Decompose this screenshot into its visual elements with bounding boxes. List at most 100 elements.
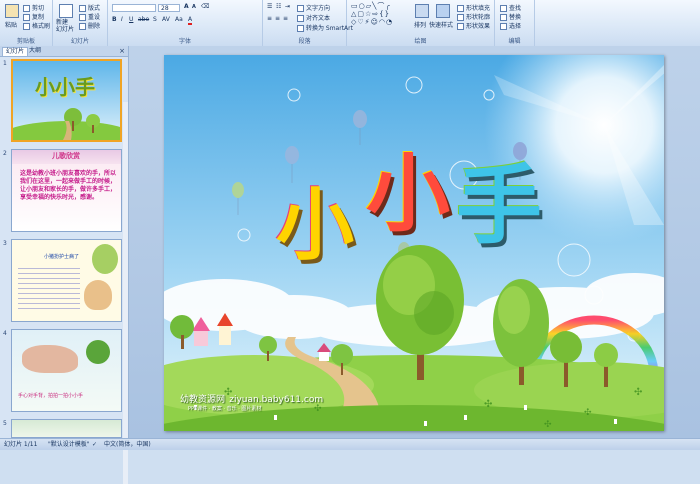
shapes-gallery-icon[interactable]: ▭○▱╲⌒╭ △▢☆⇨{} ◇♡⚡☺◠◔ xyxy=(351,2,393,26)
new-slide-button[interactable]: 新建 幻灯片 xyxy=(56,19,74,33)
copy-button[interactable]: 复制 xyxy=(23,12,44,21)
watermark-url: ziyuan.baby611.com xyxy=(229,395,324,405)
effects-icon xyxy=(457,23,464,30)
align-left-icon[interactable]: ≡ xyxy=(267,15,272,22)
slide-thumb-3[interactable]: 小猪扮护士病了 xyxy=(11,239,122,322)
shadow-icon[interactable]: S xyxy=(153,16,157,23)
ribbon: 粘贴 剪切 复制 格式刷 剪贴板 新建 幻灯片 版式 重设 删除 幻灯片 28 … xyxy=(0,0,700,47)
title-char-3: 手 xyxy=(456,156,542,256)
slide-thumb-3-title: 小猪扮护士病了 xyxy=(44,254,80,260)
clipboard-label: 剪贴板 xyxy=(16,38,35,45)
arrange-icon[interactable] xyxy=(415,4,429,18)
panel-tabs: 幻灯片 大纲 × xyxy=(0,46,128,57)
bear-figure-icon xyxy=(84,280,112,310)
slide-thumb-1[interactable]: 小小手 xyxy=(11,59,122,142)
align-center-icon[interactable]: ≡ xyxy=(275,15,280,22)
tab-slides[interactable]: 幻灯片 xyxy=(2,47,29,56)
case-icon[interactable]: Aa xyxy=(175,16,183,23)
clover-icon xyxy=(86,340,110,364)
paragraph-group: ☰ ☷ ⇥ 文字方向 ≡ ≡ ≡ 对齐文本 转换为 SmartArt 段落 xyxy=(263,0,353,46)
title-char-2: 小 xyxy=(366,145,451,243)
font-size-combo[interactable]: 28 xyxy=(158,4,180,12)
numbering-icon[interactable]: ☷ xyxy=(276,3,281,10)
bullets-icon[interactable]: ☰ xyxy=(267,3,272,10)
arrange-button[interactable]: 排列 xyxy=(414,20,426,29)
format-painter-button[interactable]: 格式刷 xyxy=(23,21,50,30)
font-group: 28 A A ⌫ B I U abe S AV Aa A 字体 xyxy=(108,0,263,46)
shrink-font-icon[interactable]: A xyxy=(192,4,196,10)
spacing-icon[interactable]: AV xyxy=(162,16,170,23)
layout-icon xyxy=(79,5,86,12)
clipboard-group: 粘贴 剪切 复制 格式刷 剪贴板 xyxy=(0,0,53,46)
slide-number: 4 xyxy=(3,330,7,337)
select-icon xyxy=(500,23,507,30)
shape-effects-button[interactable]: 形状效果 xyxy=(457,21,490,30)
status-language: 中文(简体，中国) xyxy=(104,441,151,448)
slide-canvas: ✣ ✣ ✣ ✣ ✣ ✣ 小 小 手 幼教资源网 ziyuan.baby611.c… xyxy=(129,46,700,438)
slide-thumb-5[interactable] xyxy=(11,419,122,438)
watermark-small: PPT课件 · 教案 · 音乐 · 图片素材 xyxy=(188,406,262,412)
status-bar: 幻灯片 1/11 "默认设计模板" ✓ 中文(简体，中国) xyxy=(0,438,700,450)
align-right-icon[interactable]: ≡ xyxy=(283,15,288,22)
close-icon[interactable]: × xyxy=(119,47,125,55)
grow-font-icon[interactable]: A xyxy=(184,3,189,10)
indent-icon[interactable]: ⇥ xyxy=(285,3,290,10)
spellcheck-icon[interactable]: ✓ xyxy=(92,439,97,450)
select-button[interactable]: 选择 xyxy=(500,21,521,30)
watermark-cn: 幼教资源网 xyxy=(180,395,226,405)
paragraph-label: 段落 xyxy=(298,38,311,45)
slides-panel: 幻灯片 大纲 × 1 小小手 2 儿歌欣赏 这是幼教小班小朋友喜欢的手，所以我们… xyxy=(0,46,129,484)
layout-button[interactable]: 版式 xyxy=(79,3,100,12)
font-name-combo[interactable] xyxy=(112,4,156,12)
tab-outline[interactable]: 大纲 xyxy=(26,47,44,55)
slide-thumb-4[interactable]: 手心对手背，拍拍一拍小小手 xyxy=(11,329,122,412)
clear-format-icon[interactable]: ⌫ xyxy=(201,3,209,10)
quick-styles-button[interactable]: 快速样式 xyxy=(429,20,453,29)
align-text-button[interactable]: 对齐文本 xyxy=(297,13,330,22)
svg-text:✣: ✣ xyxy=(484,399,492,410)
slide-number: 3 xyxy=(3,240,7,247)
shape-fill-button[interactable]: 形状填充 xyxy=(457,3,490,12)
cut-button[interactable]: 剪切 xyxy=(23,3,44,12)
delete-icon xyxy=(79,23,86,30)
panel-scrollbar[interactable] xyxy=(123,102,128,484)
underline-icon[interactable]: U xyxy=(129,16,133,23)
strikethrough-icon[interactable]: abe xyxy=(138,16,149,23)
slide-main[interactable]: ✣ ✣ ✣ ✣ ✣ ✣ 小 小 手 幼教资源网 ziyuan.baby611.c… xyxy=(164,55,664,431)
editing-label: 编辑 xyxy=(508,38,521,45)
status-slide-position: 幻灯片 1/11 xyxy=(4,441,38,448)
outline-icon xyxy=(457,14,464,21)
slide-number: 5 xyxy=(3,420,7,427)
italic-icon[interactable]: I xyxy=(121,16,123,23)
paste-icon[interactable] xyxy=(5,4,19,18)
copy-icon xyxy=(23,14,30,21)
paste-button[interactable]: 粘贴 xyxy=(5,20,17,29)
hands-photo-icon xyxy=(22,345,78,373)
new-slide-icon[interactable] xyxy=(59,4,73,18)
reset-icon xyxy=(79,14,86,21)
quick-styles-icon[interactable] xyxy=(436,4,450,18)
fill-icon xyxy=(457,5,464,12)
slide-number: 2 xyxy=(3,150,7,157)
svg-text:✣: ✣ xyxy=(544,420,552,430)
reset-button[interactable]: 重设 xyxy=(79,12,100,21)
font-label: 字体 xyxy=(178,38,191,45)
font-color-icon[interactable]: A xyxy=(188,16,193,25)
replace-icon xyxy=(500,14,507,21)
shape-outline-button[interactable]: 形状轮廓 xyxy=(457,12,490,21)
slide-thumb-2-title: 儿歌欣赏 xyxy=(52,152,80,160)
brush-icon xyxy=(23,23,30,30)
bold-icon[interactable]: B xyxy=(112,16,117,23)
editing-group: 查找 替换 选择 编辑 xyxy=(495,0,535,46)
slide-thumb-4-caption: 手心对手背，拍拍一拍小小手 xyxy=(18,393,84,399)
slide-title[interactable]: 小 小 手 xyxy=(276,127,576,277)
find-button[interactable]: 查找 xyxy=(500,3,521,12)
text-direction-button[interactable]: 文字方向 xyxy=(297,3,330,12)
smartart-button[interactable]: 转换为 SmartArt xyxy=(297,23,353,32)
delete-button[interactable]: 删除 xyxy=(79,21,100,30)
slide-thumb-2[interactable]: 儿歌欣赏 这是幼教小班小朋友喜欢的手，所以我们在这里，一起来做手工的时候，让小朋… xyxy=(11,149,122,232)
find-icon xyxy=(500,5,507,12)
replace-button[interactable]: 替换 xyxy=(500,12,521,21)
svg-text:✣: ✣ xyxy=(584,408,592,418)
slide-number: 1 xyxy=(3,60,7,67)
